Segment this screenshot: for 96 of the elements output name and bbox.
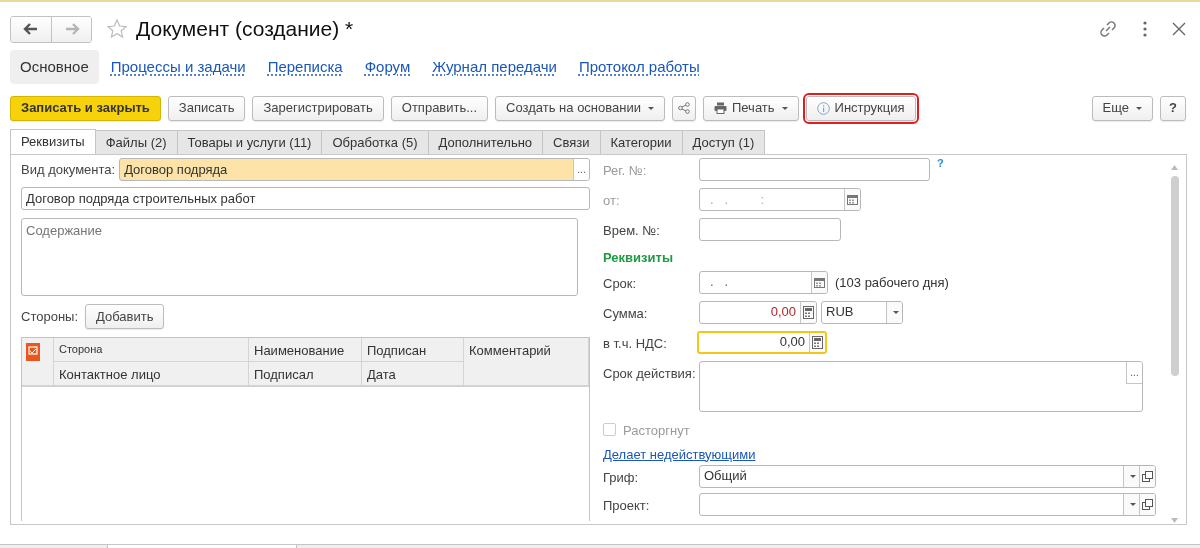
save-close-button[interactable]: Записать и закрыть xyxy=(10,95,161,121)
more-icon[interactable] xyxy=(1142,20,1148,38)
amount-field[interactable]: 0,00 xyxy=(697,330,827,354)
caret-icon xyxy=(1129,474,1136,478)
field-label: Срок: xyxy=(603,274,638,293)
toolbar-button[interactable]: Зарегистрировать xyxy=(252,95,384,121)
document-type-field[interactable]: Договор подряда ... xyxy=(119,158,590,181)
navigation-button-group[interactable] xyxy=(10,15,92,43)
nav-link[interactable]: Основное xyxy=(10,49,99,85)
calendar-icon xyxy=(847,194,858,205)
combo-field[interactable]: Общий xyxy=(699,464,1156,488)
duration-note: (103 рабочего дня) xyxy=(835,273,949,291)
field-label: Стороны: xyxy=(21,307,80,326)
field-label: Гриф: xyxy=(603,468,640,487)
open-button[interactable] xyxy=(1139,493,1155,515)
caret-icon xyxy=(647,106,654,110)
column-header[interactable]: Контактное лицо xyxy=(54,362,249,386)
add-button[interactable]: Добавить xyxy=(85,304,165,329)
section-heading: Реквизиты xyxy=(603,249,673,267)
calendar-button[interactable] xyxy=(811,271,827,293)
dropdown-button[interactable]: Создать на основании xyxy=(495,95,665,121)
column-header[interactable]: Подписал xyxy=(249,362,362,386)
link[interactable]: Делает недействующими xyxy=(603,444,756,464)
field-label: от: xyxy=(603,192,621,210)
tab[interactable]: Доступ (1) xyxy=(681,130,766,154)
close-icon[interactable] xyxy=(1172,22,1186,36)
share-button[interactable] xyxy=(671,95,696,121)
column-header[interactable]: Наименование xyxy=(249,338,362,362)
nav-link[interactable]: Процессы и задачи xyxy=(100,49,256,85)
tab[interactable]: Реквизиты xyxy=(10,129,96,154)
ellipsis-button[interactable]: ... xyxy=(1126,361,1142,384)
column-header[interactable]: Дата xyxy=(362,362,464,386)
open-button[interactable] xyxy=(1139,465,1155,487)
tab[interactable]: Файлы (2) xyxy=(94,130,178,154)
caret-icon xyxy=(781,106,788,110)
input-field[interactable] xyxy=(699,158,930,181)
table-icon xyxy=(26,342,40,361)
calculator-icon xyxy=(803,305,814,319)
nav-link[interactable]: Протокол работы xyxy=(568,49,710,85)
field-label: Вид документа: xyxy=(21,160,116,179)
toolbar-button[interactable]: Отправить... xyxy=(390,95,489,121)
caret-icon xyxy=(892,310,899,314)
scroll-down-icon[interactable] xyxy=(1171,518,1178,523)
left-arrow-icon xyxy=(23,22,39,36)
input-field[interactable]: ... xyxy=(699,360,1143,412)
input-field[interactable] xyxy=(699,218,841,241)
scroll-up-icon[interactable] xyxy=(1171,165,1178,170)
share-icon xyxy=(677,102,690,114)
tab[interactable]: Дополнительно xyxy=(427,130,544,154)
tab[interactable]: Категории xyxy=(599,130,683,154)
star-icon[interactable] xyxy=(106,18,128,40)
printer-icon xyxy=(713,102,727,114)
tab[interactable]: Товары и услуги (11) xyxy=(176,130,323,154)
field-label: Срок действия: xyxy=(603,364,697,383)
copy-icon xyxy=(1142,470,1153,482)
amount-field[interactable]: 0,00 xyxy=(699,300,817,324)
caret-icon xyxy=(1136,106,1143,110)
tab[interactable]: Обработка (5) xyxy=(321,130,429,154)
date-field[interactable]: . . xyxy=(699,270,828,294)
right-arrow-icon xyxy=(63,22,80,36)
column-header[interactable]: Сторона xyxy=(54,338,249,362)
instruction-button[interactable]: Инструкция xyxy=(805,95,916,121)
field-label: Рег. №: xyxy=(603,162,648,180)
print-button[interactable]: Печать xyxy=(702,95,799,121)
caret-icon xyxy=(1129,502,1136,506)
field-label: Проект: xyxy=(603,496,651,515)
copy-icon xyxy=(1142,498,1153,510)
nav-link[interactable]: Переписка xyxy=(257,49,353,85)
back-button[interactable] xyxy=(11,16,51,42)
info-icon xyxy=(816,101,830,115)
calculator-button[interactable] xyxy=(809,332,825,352)
field-label: в т.ч. НДС: xyxy=(603,334,668,353)
scrollbar-thumb[interactable] xyxy=(1170,176,1179,376)
calculator-icon xyxy=(812,335,823,349)
help-button[interactable]: ? xyxy=(1160,95,1186,121)
dropdown-button[interactable] xyxy=(886,301,902,323)
title-field[interactable]: Договор подряда строительных работ xyxy=(21,187,590,210)
combo-field[interactable] xyxy=(699,492,1156,516)
toolbar-button[interactable]: Записать xyxy=(167,95,246,121)
ellipsis-button[interactable]: ... xyxy=(573,159,589,180)
field-label: Сумма: xyxy=(603,304,649,323)
checkbox-label: Расторгнут xyxy=(623,421,691,440)
field-label: Врем. №: xyxy=(603,222,661,240)
currency-select[interactable]: RUB xyxy=(821,300,903,324)
calendar-button[interactable] xyxy=(844,189,860,210)
dropdown-button[interactable]: Еще xyxy=(1091,95,1154,121)
link-icon[interactable] xyxy=(1098,19,1118,39)
content-field[interactable]: Содержание xyxy=(21,218,578,296)
nav-link[interactable]: Журнал передачи xyxy=(422,49,567,85)
calendar-icon xyxy=(814,276,825,288)
tab[interactable]: Связи xyxy=(542,130,601,154)
column-header[interactable]: Подписан xyxy=(362,338,464,362)
column-header[interactable]: Комментарий xyxy=(464,338,589,386)
calculator-button[interactable] xyxy=(800,301,816,323)
nav-link[interactable]: Форум xyxy=(354,49,421,85)
window-title: Документ (создание) * xyxy=(136,16,354,43)
